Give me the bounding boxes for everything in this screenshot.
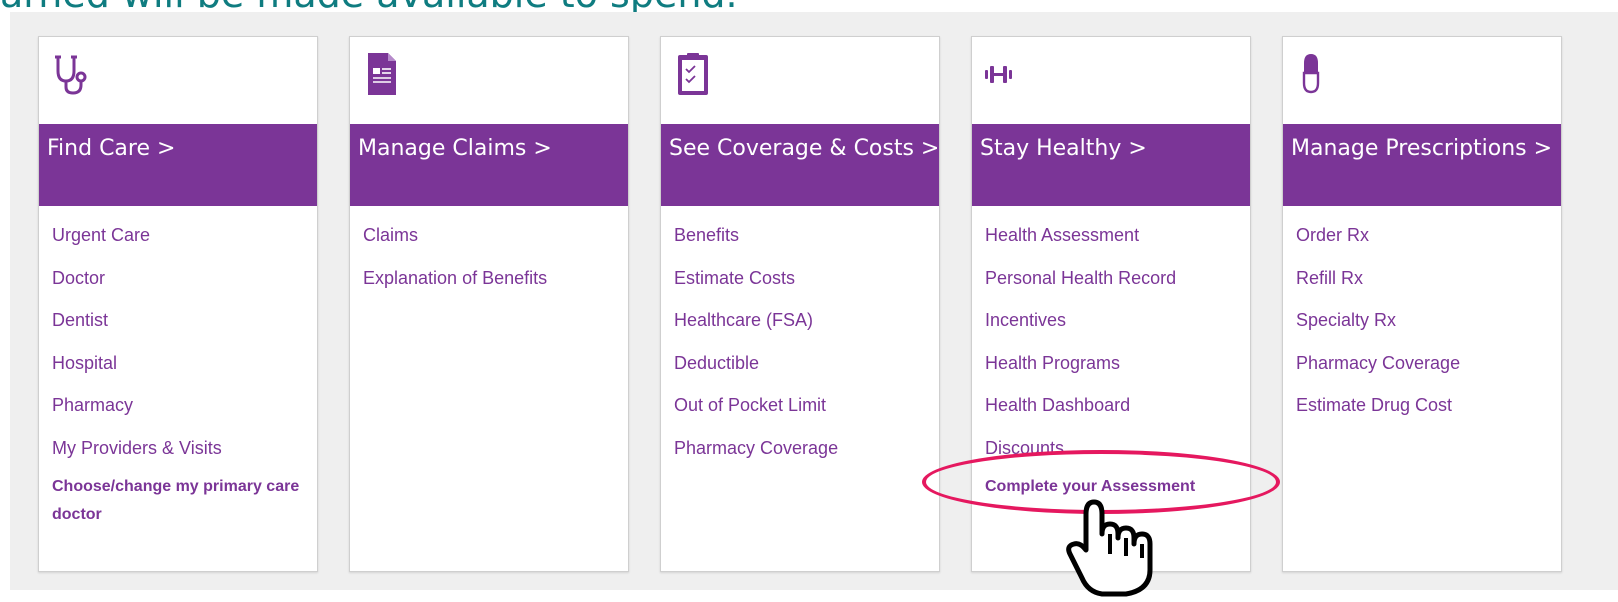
find-care-links: Urgent Care Doctor Dentist Hospital Phar… [52,223,309,529]
link-deductible[interactable]: Deductible [674,351,931,394]
link-urgent-care[interactable]: Urgent Care [52,223,309,266]
link-explanation-of-benefits[interactable]: Explanation of Benefits [363,266,620,309]
find-care-header-link[interactable]: Find Care > [39,124,317,206]
link-doctor[interactable]: Doctor [52,266,309,309]
hand-pointer-icon [1064,488,1180,598]
manage-prescriptions-header-link[interactable]: Manage Prescriptions > [1283,124,1561,206]
link-estimate-costs[interactable]: Estimate Costs [674,266,931,309]
dumbbell-icon [984,51,1024,97]
link-personal-health-record[interactable]: Personal Health Record [985,266,1242,309]
link-benefits[interactable]: Benefits [674,223,931,266]
link-claims[interactable]: Claims [363,223,620,266]
link-health-dashboard[interactable]: Health Dashboard [985,393,1242,436]
link-health-programs[interactable]: Health Programs [985,351,1242,394]
coverage-costs-header-link[interactable]: See Coverage & Costs > [661,124,939,206]
link-healthcare-fsa[interactable]: Healthcare (FSA) [674,308,931,351]
link-dentist[interactable]: Dentist [52,308,309,351]
card-coverage-costs: See Coverage & Costs > Benefits Estimate… [660,36,940,572]
link-estimate-drug-cost[interactable]: Estimate Drug Cost [1296,393,1553,436]
quick-links-panel: Find Care > Urgent Care Doctor Dentist H… [10,12,1618,590]
link-choose-primary-care-doctor[interactable]: Choose/change my primary care doctor [52,473,309,529]
stay-healthy-header-link[interactable]: Stay Healthy > [972,124,1250,206]
link-incentives[interactable]: Incentives [985,308,1242,351]
link-hospital[interactable]: Hospital [52,351,309,394]
coverage-costs-links: Benefits Estimate Costs Healthcare (FSA)… [674,223,931,479]
stethoscope-icon [51,51,91,97]
clipboard-icon [673,51,713,97]
link-pharmacy[interactable]: Pharmacy [52,393,309,436]
manage-prescriptions-links: Order Rx Refill Rx Specialty Rx Pharmacy… [1296,223,1553,436]
link-refill-rx[interactable]: Refill Rx [1296,266,1553,309]
card-manage-prescriptions: Manage Prescriptions > Order Rx Refill R… [1282,36,1562,572]
link-out-of-pocket-limit[interactable]: Out of Pocket Limit [674,393,931,436]
link-specialty-rx[interactable]: Specialty Rx [1296,308,1553,351]
link-order-rx[interactable]: Order Rx [1296,223,1553,266]
link-pharmacy-coverage[interactable]: Pharmacy Coverage [674,436,931,479]
link-pharmacy-coverage-rx[interactable]: Pharmacy Coverage [1296,351,1553,394]
pill-icon [1295,51,1335,97]
link-health-assessment[interactable]: Health Assessment [985,223,1242,266]
card-manage-claims: Manage Claims > Claims Explanation of Be… [349,36,629,572]
card-find-care: Find Care > Urgent Care Doctor Dentist H… [38,36,318,572]
document-icon [362,51,402,97]
manage-claims-header-link[interactable]: Manage Claims > [350,124,628,206]
stay-healthy-links: Health Assessment Personal Health Record… [985,223,1242,501]
manage-claims-links: Claims Explanation of Benefits [363,223,620,308]
